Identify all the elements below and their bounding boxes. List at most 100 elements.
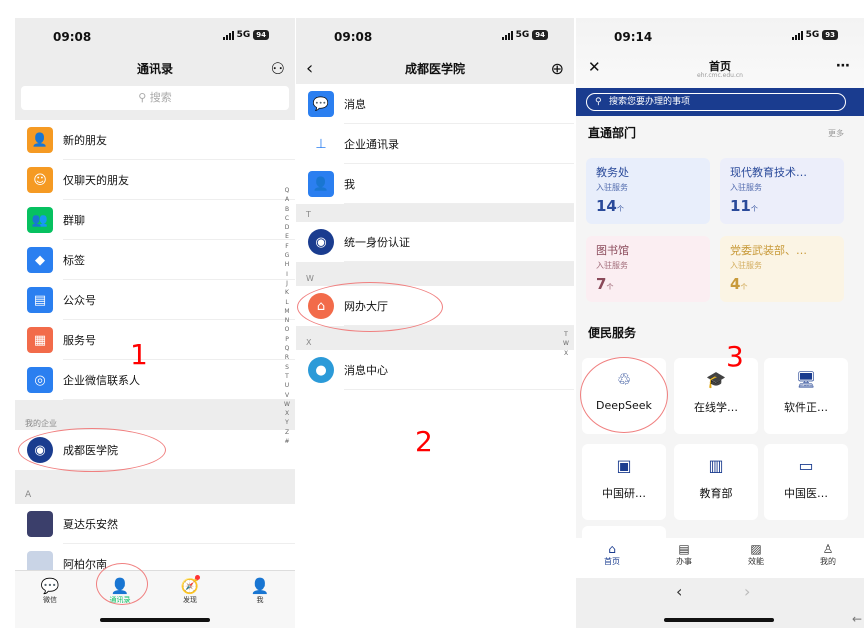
index-letter[interactable]: X [283, 409, 291, 418]
index-letter[interactable]: L [283, 298, 291, 307]
index-letter[interactable]: P [283, 335, 291, 344]
battery-icon: 93 [822, 30, 838, 40]
enterprise-menu-item[interactable]: 💬 消息 [296, 84, 574, 124]
dept-name: 现代教育技术… [730, 166, 807, 179]
back-arrow-icon[interactable]: ‹ [676, 582, 682, 601]
index-letter[interactable]: Q [283, 186, 291, 195]
index-letter[interactable]: G [283, 251, 291, 260]
status-time: 09:14 [614, 30, 653, 44]
index-letter[interactable]: J [283, 279, 291, 288]
contact-menu-item[interactable]: ▦ 服务号 [15, 320, 295, 360]
index-letter[interactable]: K [283, 288, 291, 297]
highlight-oval-enterprise [18, 428, 166, 472]
more-link[interactable]: 更多 [828, 128, 844, 139]
unified-auth-item[interactable]: ◉ 统一身份认证 [296, 222, 574, 262]
service-tile[interactable]: 🖥 软件正… [764, 358, 848, 434]
monitor-icon: 🖥 [795, 370, 817, 389]
index-letter[interactable]: R [283, 353, 291, 362]
index-letter[interactable]: T [562, 330, 570, 339]
contact-menu-item[interactable]: ◎ 企业微信联系人 [15, 360, 295, 400]
service-tile[interactable]: ▣ 中国研… [582, 444, 666, 520]
discover-tab-icon: 🧭 [180, 577, 200, 595]
browser-toolbar: ‹ › [576, 578, 864, 628]
me-tab-icon: 👤 [250, 577, 270, 595]
tag-icon: ◆ [27, 247, 53, 273]
contact-menu-item[interactable]: ▤ 公众号 [15, 280, 295, 320]
service-tile[interactable]: 🎓 在线学… [674, 358, 758, 434]
search-input[interactable]: ⚲ 搜索您要办理的事项 [586, 93, 846, 111]
chart-tab-icon: ▨ [750, 542, 762, 556]
dept-subtitle: 入驻服务 [730, 261, 762, 270]
tab-4[interactable]: 👤 我 [225, 571, 295, 628]
contact-row[interactable]: 夏达乐安然 [15, 504, 295, 544]
index-letter[interactable]: W [283, 400, 291, 409]
index-letter[interactable]: T [283, 372, 291, 381]
portal-tab-3[interactable]: ▨ 效能 [720, 538, 792, 578]
contact-menu-item[interactable]: ☺ 仅聊天的朋友 [15, 160, 295, 200]
dept-subtitle: 入驻服务 [730, 183, 762, 192]
contact-menu-item[interactable]: 👤 新的朋友 [15, 120, 295, 160]
dept-count: 11个 [730, 197, 758, 215]
chat-tab-icon: 💬 [40, 577, 60, 595]
index-letter[interactable]: H [283, 260, 291, 269]
index-letter[interactable]: S [283, 363, 291, 372]
page-title: 通讯录 [136, 62, 173, 76]
service-label: 在线学… [694, 401, 738, 414]
portal-tab-1[interactable]: ⌂ 首页 [576, 538, 648, 578]
dept-card[interactable]: 教务处 入驻服务 14个 [586, 158, 710, 224]
enterprise-menu-item[interactable]: 👤 我 [296, 164, 574, 204]
index-letter[interactable]: M [283, 307, 291, 316]
enterprise-header: 我的企业 [25, 419, 57, 428]
index-letter[interactable]: E [283, 232, 291, 241]
index-letter[interactable]: Q [283, 344, 291, 353]
portal-tab-bar: ⌂ 首页 ▤ 办事 ▨ 效能 ♙ 我的 [576, 538, 864, 578]
portal-tab-4[interactable]: ♙ 我的 [792, 538, 864, 578]
index-letter[interactable]: U [283, 381, 291, 390]
step-number-3: 3 [726, 340, 744, 373]
dept-section-title: 直通部门 [588, 126, 637, 140]
service-label: 中国医… [784, 487, 828, 500]
index-letter[interactable]: O [283, 325, 291, 334]
contact-menu-item[interactable]: ◆ 标签 [15, 240, 295, 280]
index-letter[interactable]: X [562, 349, 570, 358]
index-letter[interactable]: # [283, 437, 291, 446]
message-center-item[interactable]: ● 消息中心 [296, 350, 574, 390]
add-contact-icon[interactable]: ⚇ [271, 54, 285, 84]
dept-card[interactable]: 党委武装部、… 入驻服务 4个 [720, 236, 844, 302]
dept-subtitle: 入驻服务 [596, 183, 628, 192]
back-chevron-icon[interactable]: ‹ [306, 54, 313, 84]
service-tile[interactable]: ▭ 中国医… [764, 444, 848, 520]
status-bar: 09:14 5G 93 [576, 18, 864, 54]
index-letter[interactable]: I [283, 270, 291, 279]
dept-count: 4个 [730, 275, 748, 293]
index-letter[interactable]: Z [283, 428, 291, 437]
index-letter[interactable]: D [283, 223, 291, 232]
index-letter[interactable]: N [283, 316, 291, 325]
menu-item-label: 仅聊天的朋友 [63, 174, 129, 187]
enterprise-menu-item[interactable]: ⊥ 企业通讯录 [296, 124, 574, 164]
tab-1[interactable]: 💬 微信 [15, 571, 85, 628]
portal-tab-2[interactable]: ▤ 办事 [648, 538, 720, 578]
index-letter[interactable]: Y [283, 418, 291, 427]
dept-count: 7个 [596, 275, 614, 293]
page-title: 成都医学院 [404, 62, 465, 76]
dept-card[interactable]: 图书馆 入驻服务 7个 [586, 236, 710, 302]
index-letter[interactable]: C [283, 214, 291, 223]
alphabet-index[interactable]: Q A B C D E F G H I J K L M N O P Q R S T U V W X Y Z # [283, 186, 291, 446]
me-icon: 👤 [308, 171, 334, 197]
alphabet-index[interactable]: TWX [562, 330, 570, 358]
index-letter[interactable]: V [283, 391, 291, 400]
dept-card[interactable]: 现代教育技术… 入驻服务 11个 [720, 158, 844, 224]
search-input[interactable]: ⚲ 搜索 [21, 86, 289, 110]
index-letter[interactable]: A [283, 195, 291, 204]
index-letter[interactable]: W [562, 339, 570, 348]
index-letter[interactable]: F [283, 242, 291, 251]
forward-arrow-icon[interactable]: › [744, 582, 750, 601]
service-section-title: 便民服务 [588, 326, 637, 340]
index-letter[interactable]: B [283, 205, 291, 214]
service-tile[interactable]: ▥ 教育部 [674, 444, 758, 520]
contact-menu-item[interactable]: 👥 群聊 [15, 200, 295, 240]
desktop-icon: ▭ [798, 456, 814, 475]
add-circle-icon[interactable]: ⊕ [551, 54, 564, 84]
service-account-icon: ▦ [27, 327, 53, 353]
